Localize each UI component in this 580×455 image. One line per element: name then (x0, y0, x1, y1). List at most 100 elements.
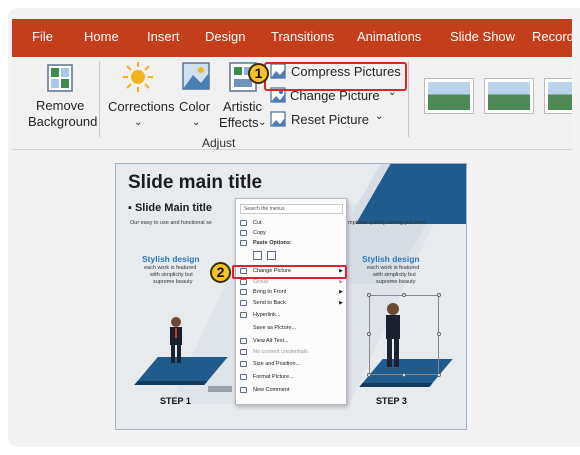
resize-handle[interactable] (437, 373, 441, 377)
menu-item-save-as-picture[interactable]: Save as Picture... (236, 323, 348, 333)
chevron-down-icon: ⌄ (134, 117, 143, 128)
adjust-group-label: Adjust (202, 136, 236, 150)
step-3-label: STEP 3 (376, 396, 407, 406)
ribbon-separator (408, 61, 409, 137)
paste-text-icon[interactable] (267, 251, 276, 260)
artistic-label-line1: Artistic (223, 99, 262, 114)
link-icon (240, 312, 247, 318)
slide-description-right: mplates quickly saving you time. (348, 220, 427, 226)
menu-item-label: View Alt Text... (253, 338, 289, 344)
paste-picture-icon[interactable] (253, 251, 262, 260)
tab-transitions[interactable]: Transitions (271, 29, 334, 44)
menu-item-new-comment[interactable]: New Comment (236, 385, 348, 395)
menu-item-label: Paste Options: (253, 240, 292, 246)
menu-item-label: Bring to Front (253, 289, 287, 295)
picture-style-2[interactable] (484, 78, 534, 114)
menu-search-input[interactable]: Search the menus (240, 204, 343, 214)
menu-item-label: Hyperlink... (253, 312, 281, 318)
menu-item-copy[interactable]: Copy (236, 228, 348, 238)
info-icon (240, 349, 247, 355)
resize-handle[interactable] (367, 293, 371, 297)
menu-item-label: Save as Picture... (253, 325, 297, 331)
menu-item-no-content-credentials: No content credentials (236, 347, 348, 357)
tab-file[interactable]: File (32, 29, 53, 44)
ribbon-tab-bar: File Home Insert Design Transitions Anim… (12, 19, 572, 57)
resize-handle[interactable] (367, 332, 371, 336)
tab-insert[interactable]: Insert (147, 29, 180, 44)
left-text-3: supreme beauty (153, 279, 193, 285)
menu-item-hyperlink[interactable]: Hyperlink... (236, 310, 348, 320)
sun-icon (123, 62, 153, 92)
menu-item-label: New Comment (253, 387, 290, 393)
slide-description-left: Our easy to use and functional se (130, 220, 212, 226)
picture-color-icon (182, 62, 210, 90)
step-badge-2: 2 (210, 262, 231, 283)
menu-item-bring-to-front[interactable]: Bring to Front ▶ (236, 287, 348, 297)
remove-label-line2: Background (28, 114, 98, 129)
menu-item-cut[interactable]: Cut (236, 218, 348, 228)
size-icon (240, 361, 247, 367)
color-label: Color (179, 99, 211, 114)
resize-handle[interactable] (437, 293, 441, 297)
resize-handle[interactable] (367, 373, 371, 377)
change-picture-menu-highlight (232, 265, 347, 279)
menu-item-view-alt-text[interactable]: View Alt Text... (236, 336, 348, 346)
tab-slide-show[interactable]: Slide Show (450, 29, 515, 44)
alt-text-icon (240, 338, 247, 344)
picture-style-1[interactable] (424, 78, 474, 114)
context-menu: Search the menus Cut Copy Paste Options:… (235, 198, 347, 405)
menu-item-label: Size and Position... (253, 361, 301, 367)
menu-item-label: Format Picture... (253, 374, 294, 380)
chevron-right-icon: ▶ (339, 300, 343, 306)
left-text-1: each work is featured (144, 265, 197, 271)
ribbon-separator (99, 61, 100, 137)
chevron-down-icon: ⌄ (192, 117, 201, 128)
arrow-shape (208, 386, 232, 392)
remove-label-line1: Remove (36, 98, 85, 113)
menu-item-size-and-position[interactable]: Size and Position... (236, 359, 348, 369)
menu-item-label: Send to Back (253, 300, 286, 306)
resize-handle[interactable] (402, 293, 406, 297)
change-picture-highlight (264, 62, 407, 91)
menu-item-label: Copy (253, 230, 266, 236)
format-icon (240, 374, 247, 380)
remove-background-icon (47, 64, 73, 92)
tab-design[interactable]: Design (205, 29, 245, 44)
menu-item-send-to-back[interactable]: Send to Back ▶ (236, 298, 348, 308)
step-1-label: STEP 1 (160, 396, 191, 406)
reset-picture-icon (270, 111, 286, 127)
menu-item-format-picture[interactable]: Format Picture... (236, 372, 348, 382)
left-heading: Stylish design (142, 254, 200, 264)
send-to-back-icon (240, 300, 247, 306)
paste-icon (240, 240, 247, 246)
step-badge-1: 1 (248, 63, 269, 84)
slide-bullet: ▪ Slide Main title (128, 202, 212, 214)
tab-record[interactable]: Record (532, 29, 572, 44)
right-text-1: each work is featured (367, 265, 420, 271)
resize-handle[interactable] (437, 332, 441, 336)
artistic-label-line2: Effects (219, 115, 259, 130)
businessman-image (170, 317, 182, 363)
chevron-right-icon: ▶ (339, 289, 343, 295)
menu-item-label: Group (253, 279, 269, 285)
comment-icon (240, 387, 247, 393)
selection-box[interactable] (369, 295, 439, 375)
resize-handle[interactable] (402, 373, 406, 377)
powerpoint-ribbon: File Home Insert Design Transitions Anim… (12, 19, 572, 150)
chevron-down-icon: ⌄ (375, 111, 384, 122)
scissors-icon (240, 220, 247, 226)
chevron-down-icon: ⌄ (258, 117, 267, 128)
slide-title: Slide main title (128, 172, 263, 193)
right-text-3: supreme beauty (376, 279, 416, 285)
menu-item-label: Cut (253, 220, 262, 226)
picture-style-3[interactable] (544, 78, 572, 114)
tab-home[interactable]: Home (84, 29, 119, 44)
menu-paste-options-header: Paste Options: (236, 238, 348, 248)
right-heading: Stylish design (362, 254, 420, 264)
slide-preview: Slide main title ▪ Slide Main title Our … (115, 163, 467, 430)
group-icon (240, 279, 247, 285)
tab-animations[interactable]: Animations (357, 29, 421, 44)
corrections-label: Corrections (108, 99, 175, 114)
slide-bullet-text: Slide Main title (134, 202, 212, 214)
right-text-2: with simplicity but (373, 272, 416, 278)
